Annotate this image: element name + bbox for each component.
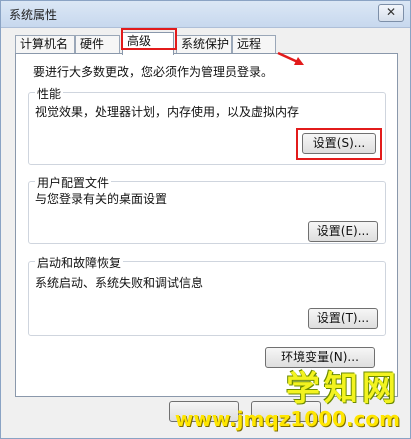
user-profiles-description: 与您登录有关的桌面设置 [35, 192, 168, 206]
startup-recovery-settings-button[interactable]: 设置(T)... [308, 308, 378, 329]
performance-group: 性能 视觉效果，处理器计划，内存使用，以及虚拟内存 设置(S)... [28, 85, 386, 165]
performance-title: 性能 [35, 85, 64, 102]
watermark-url: www.jmqz1000.com [174, 407, 400, 431]
tab-computer-name[interactable]: 计算机名 [15, 35, 75, 53]
startup-recovery-title: 启动和故障恢复 [35, 254, 124, 271]
user-profiles-settings-button[interactable]: 设置(E)... [308, 221, 378, 242]
tab-hardware[interactable]: 硬件 [75, 35, 120, 53]
tab-remote[interactable]: 远程 [232, 35, 276, 53]
close-button[interactable]: ✕ [378, 4, 404, 22]
window-title: 系统属性 [9, 8, 58, 22]
site-watermark: 学知网 www.jmqz1000.com [175, 370, 400, 430]
environment-variables-button[interactable]: 环境变量(N)... [265, 347, 375, 368]
startup-recovery-group: 启动和故障恢复 系统启动、系统失败和调试信息 设置(T)... [28, 254, 386, 336]
performance-settings-button[interactable]: 设置(S)... [302, 133, 376, 154]
user-profiles-title: 用户配置文件 [35, 174, 112, 191]
advanced-panel: 要进行大多数更改，您必须作为管理员登录。 性能 视觉效果，处理器计划，内存使用，… [15, 53, 398, 397]
advanced-tab-highlight [121, 28, 177, 50]
watermark-text: 学知网 [286, 369, 400, 409]
system-properties-window: 系统属性 ✕ 计算机名 硬件 高级 系统保护 远程 要进行大多数更改，您必须作为… [0, 0, 411, 439]
performance-description: 视觉效果，处理器计划，内存使用，以及虚拟内存 [35, 105, 300, 119]
pointer-arrow-icon [277, 51, 304, 65]
tab-system-protection[interactable]: 系统保护 [176, 35, 232, 53]
admin-notice: 要进行大多数更改，您必须作为管理员登录。 [33, 65, 274, 79]
startup-recovery-description: 系统启动、系统失败和调试信息 [35, 276, 204, 290]
title-bar[interactable]: 系统属性 ✕ [1, 1, 410, 28]
user-profiles-group: 用户配置文件 与您登录有关的桌面设置 设置(E)... [28, 174, 386, 244]
